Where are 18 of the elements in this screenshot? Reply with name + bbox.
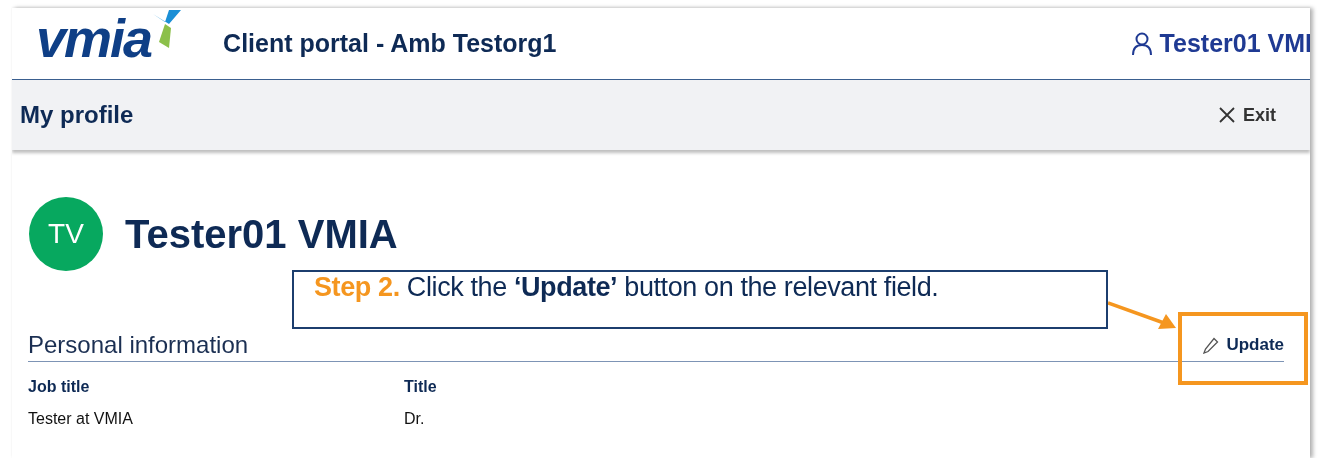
avatar: TV — [29, 197, 103, 271]
update-button[interactable]: Update — [1203, 335, 1284, 359]
page-title: My profile — [20, 101, 134, 129]
step-callout: Step 2. Click the ‘Update’ button on the relevant field. — [292, 270, 1108, 329]
profile-name: Tester01 VMIA — [125, 211, 398, 257]
user-icon — [1131, 31, 1152, 56]
exit-button[interactable]: Exit — [1219, 104, 1276, 126]
close-icon — [1219, 107, 1235, 123]
field-value: Dr. — [404, 410, 426, 428]
pencil-icon — [1203, 336, 1220, 354]
logo-text: vmia — [36, 8, 152, 68]
field-label: Job title — [28, 378, 91, 396]
user-name[interactable]: Tester01 VMI — [1159, 29, 1310, 58]
portal-title: Client portal - Amb Testorg1 — [223, 29, 557, 58]
section-title: Personal information — [28, 331, 249, 359]
field-label: Title — [404, 378, 438, 396]
field-value: Tester at VMIA — [28, 410, 134, 428]
pointer-arrow — [1108, 300, 1178, 330]
